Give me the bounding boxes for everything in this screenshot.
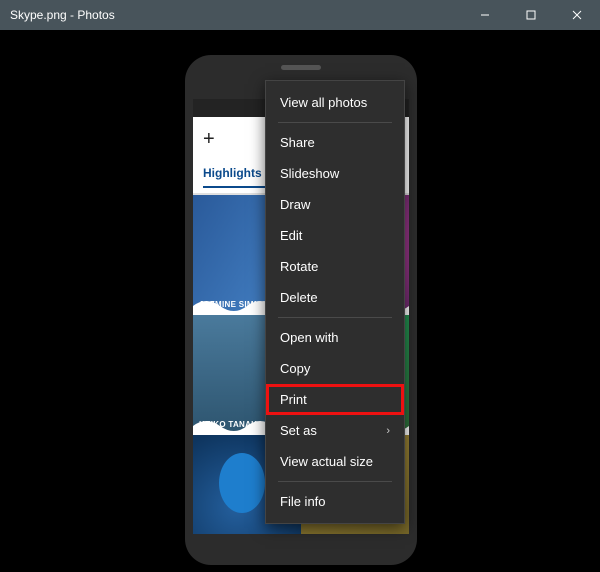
menu-separator: [278, 481, 392, 482]
menu-open-with[interactable]: Open with: [266, 322, 404, 353]
menu-draw[interactable]: Draw: [266, 189, 404, 220]
menu-label: Copy: [280, 361, 310, 376]
menu-label: View actual size: [280, 454, 373, 469]
menu-set-as[interactable]: Set as ›: [266, 415, 404, 446]
menu-label: Share: [280, 135, 315, 150]
maximize-button[interactable]: [508, 0, 554, 30]
menu-label: Edit: [280, 228, 302, 243]
phone-speaker: [281, 65, 321, 70]
menu-label: Rotate: [280, 259, 318, 274]
menu-separator: [278, 122, 392, 123]
menu-edit[interactable]: Edit: [266, 220, 404, 251]
tab-label: Highlights: [203, 166, 262, 180]
menu-file-info[interactable]: File info: [266, 486, 404, 517]
menu-rotate[interactable]: Rotate: [266, 251, 404, 282]
window-titlebar: Skype.png - Photos: [0, 0, 600, 30]
photo-viewer-stage[interactable]: 22:17 + Highlights ture: [0, 30, 600, 572]
minimize-button[interactable]: [462, 0, 508, 30]
window-title: Skype.png - Photos: [10, 8, 462, 22]
tab-highlights: Highlights: [203, 166, 274, 188]
menu-label: View all photos: [280, 95, 367, 110]
balloon-shape: [219, 453, 265, 513]
menu-label: Delete: [280, 290, 318, 305]
chevron-right-icon: ›: [386, 425, 390, 437]
context-menu: View all photos Share Slideshow Draw Edi…: [265, 80, 405, 524]
menu-print[interactable]: Print: [266, 384, 404, 415]
menu-view-all-photos[interactable]: View all photos: [266, 87, 404, 118]
menu-share[interactable]: Share: [266, 127, 404, 158]
menu-label: Draw: [280, 197, 310, 212]
menu-label: Slideshow: [280, 166, 339, 181]
menu-copy[interactable]: Copy: [266, 353, 404, 384]
menu-label: Open with: [280, 330, 339, 345]
menu-label: Print: [280, 392, 307, 407]
menu-label: File info: [280, 494, 326, 509]
close-button[interactable]: [554, 0, 600, 30]
menu-slideshow[interactable]: Slideshow: [266, 158, 404, 189]
menu-delete[interactable]: Delete: [266, 282, 404, 313]
menu-view-actual-size[interactable]: View actual size: [266, 446, 404, 477]
plus-icon: +: [203, 128, 215, 151]
menu-label: Set as: [280, 423, 317, 438]
menu-separator: [278, 317, 392, 318]
